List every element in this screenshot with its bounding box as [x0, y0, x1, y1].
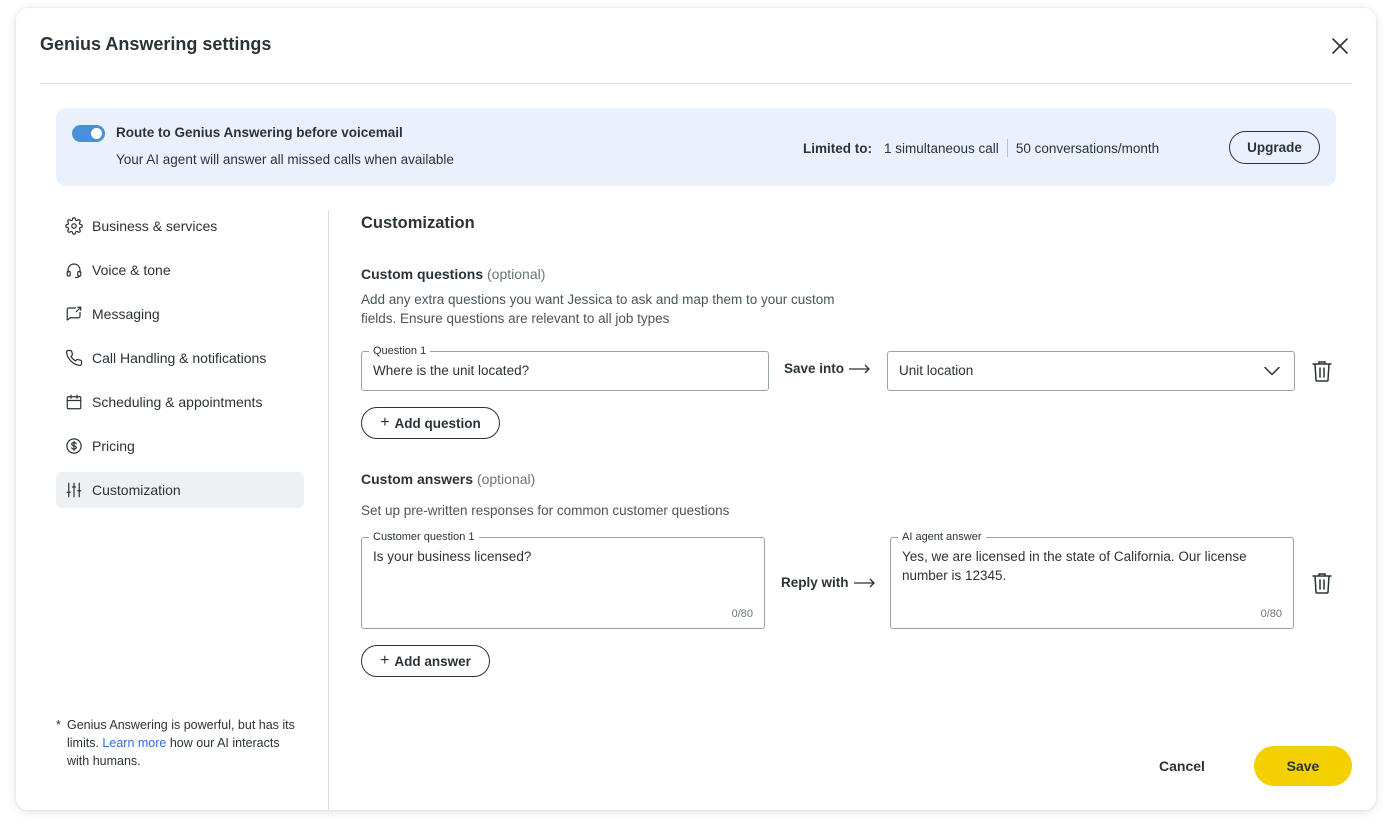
upgrade-button[interactable]: Upgrade	[1229, 131, 1320, 164]
reply-with-label: Reply with	[781, 575, 876, 590]
custom-answers-title: Custom answers (optional)	[361, 471, 535, 487]
optional-tag: (optional)	[487, 266, 546, 282]
close-icon	[1332, 38, 1348, 54]
save-button[interactable]: Save	[1254, 746, 1352, 786]
save-into-text: Save into	[784, 361, 845, 376]
cancel-button[interactable]: Cancel	[1140, 746, 1224, 786]
limit-calls: 1 simultaneous call	[884, 140, 999, 156]
customer-question-1-label: Customer question 1	[369, 530, 479, 544]
limits-divider	[1006, 139, 1008, 157]
sidebar-item-messaging[interactable]: Messaging	[56, 296, 304, 332]
sidebar-item-pricing[interactable]: Pricing	[56, 428, 304, 464]
sliders-icon	[64, 480, 84, 500]
sidebar-item-customization[interactable]: Customization	[56, 472, 304, 508]
sidebar-item-scheduling[interactable]: Scheduling & appointments	[56, 384, 304, 420]
delete-answer-button[interactable]	[1310, 571, 1334, 595]
routing-banner: Route to Genius Answering before voicema…	[56, 108, 1336, 186]
close-button[interactable]	[1326, 32, 1354, 60]
toggle-knob	[91, 128, 102, 139]
limits-footnote: * Genius Answering is powerful, but has …	[56, 716, 296, 770]
sidebar-item-label: Pricing	[92, 438, 135, 454]
sidebar-item-label: Call Handling & notifications	[92, 350, 267, 366]
banner-subtitle: Your AI agent will answer all missed cal…	[116, 152, 454, 167]
custom-answers-heading: Custom answers	[361, 471, 474, 487]
delete-question-button[interactable]	[1310, 359, 1334, 383]
character-counter: 0/80	[1260, 608, 1282, 620]
reply-with-text: Reply with	[781, 575, 849, 590]
ai-agent-answer-label: AI agent answer	[898, 530, 986, 544]
sidebar-item-label: Business & services	[92, 218, 218, 234]
customer-question-1-value: Is your business licensed?	[373, 549, 532, 564]
question-1-label: Question 1	[369, 344, 431, 358]
custom-field-value: Unit location	[899, 363, 974, 378]
limits-label: Limited to:	[803, 140, 872, 156]
sidebar-item-business-services[interactable]: Business & services	[56, 208, 304, 244]
ai-agent-answer-textarea[interactable]: AI agent answer Yes, we are licensed in …	[890, 530, 1294, 629]
sidebar-item-label: Scheduling & appointments	[92, 394, 263, 410]
message-icon	[64, 304, 84, 324]
sidebar-item-voice-tone[interactable]: Voice & tone	[56, 252, 304, 288]
custom-field-select[interactable]: Unit location	[887, 351, 1295, 391]
sidebar-item-label: Messaging	[92, 306, 160, 322]
header-divider	[40, 83, 1352, 84]
custom-answers-description: Set up pre-written responses for common …	[361, 503, 730, 518]
gear-icon	[64, 216, 84, 236]
plan-limits: Limited to: 1 simultaneous call 50 conve…	[803, 139, 1159, 157]
section-title: Customization	[361, 214, 475, 232]
sidebar-item-label: Customization	[92, 482, 181, 498]
custom-questions-heading: Custom questions	[361, 266, 484, 282]
customer-question-1-textarea[interactable]: Customer question 1 Is your business lic…	[361, 530, 765, 629]
trash-icon	[1312, 573, 1332, 594]
chevron-down-icon	[1264, 366, 1280, 376]
add-question-button[interactable]: + Add question	[361, 407, 500, 439]
add-answer-label: Add answer	[394, 653, 471, 669]
sidebar-item-call-handling[interactable]: Call Handling & notifications	[56, 340, 304, 376]
add-answer-button[interactable]: + Add answer	[361, 645, 490, 677]
phone-icon	[64, 348, 84, 368]
headset-icon	[64, 260, 84, 280]
question-1-input[interactable]: Question 1 Where is the unit located?	[361, 344, 769, 391]
settings-modal: Genius Answering settings Route to Geniu…	[16, 8, 1376, 810]
arrow-right-icon	[853, 578, 875, 587]
calendar-icon	[64, 392, 84, 412]
dollar-icon	[64, 436, 84, 456]
settings-sidebar: Business & services Voice & tone Messagi…	[56, 208, 304, 516]
plus-icon: +	[380, 652, 390, 669]
custom-questions-description: Add any extra questions you want Jessica…	[361, 292, 835, 326]
ai-agent-answer-value: Yes, we are licensed in the state of Cal…	[902, 549, 1247, 583]
character-counter: 0/80	[731, 608, 753, 620]
question-1-value: Where is the unit located?	[373, 363, 530, 378]
sidebar-divider	[328, 210, 329, 810]
route-toggle[interactable]	[72, 125, 105, 142]
limit-conversations: 50 conversations/month	[1015, 140, 1160, 156]
banner-title: Route to Genius Answering before voicema…	[116, 125, 403, 140]
plus-icon: +	[380, 414, 390, 431]
footnote-star: *	[56, 718, 61, 732]
arrow-right-icon	[849, 364, 870, 373]
add-question-label: Add question	[394, 415, 481, 431]
trash-icon	[1312, 361, 1332, 382]
modal-title: Genius Answering settings	[40, 34, 272, 54]
custom-questions-title: Custom questions (optional)	[361, 266, 545, 282]
learn-more-link[interactable]: Learn more	[102, 736, 166, 750]
save-into-label: Save into	[784, 361, 871, 376]
optional-tag: (optional)	[476, 471, 536, 487]
sidebar-item-label: Voice & tone	[92, 262, 171, 278]
